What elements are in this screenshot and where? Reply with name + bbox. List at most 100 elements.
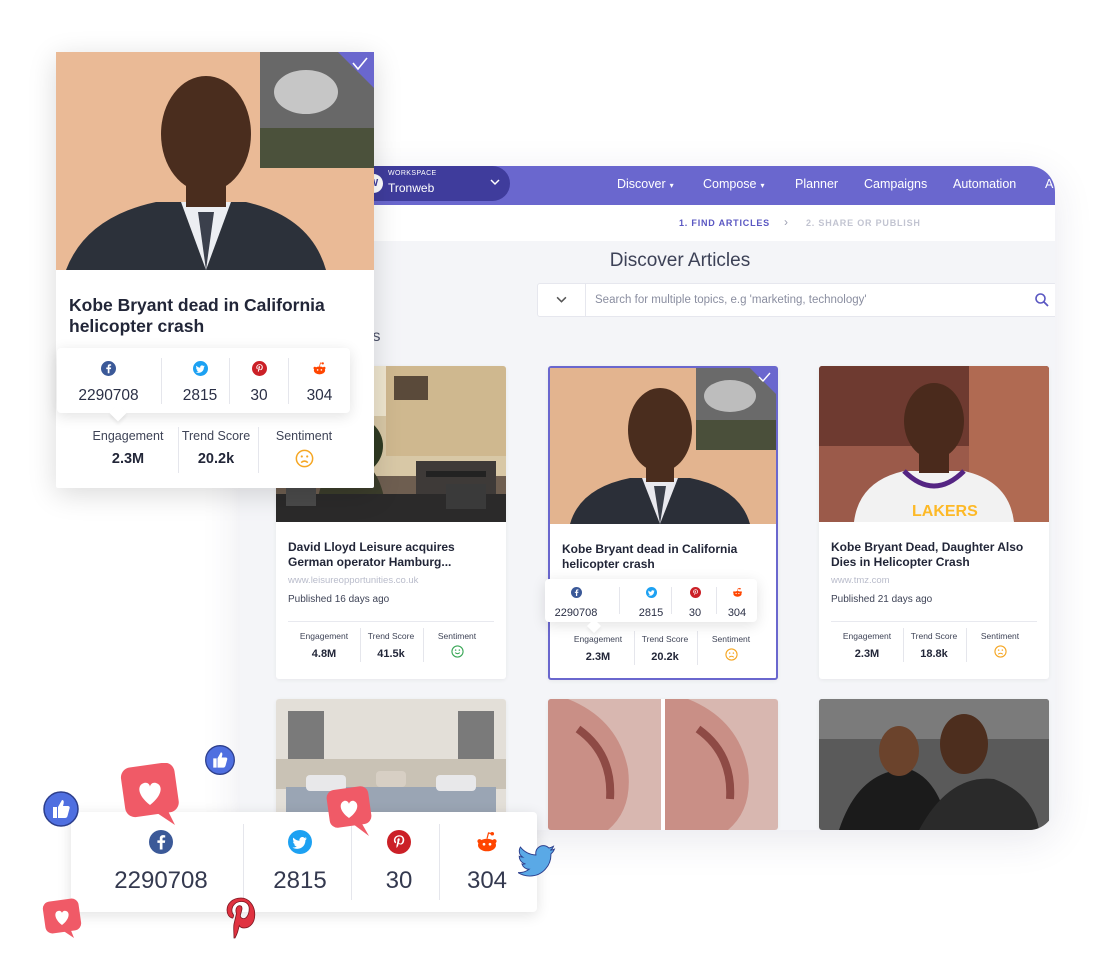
reddit-count: 304 (289, 361, 350, 405)
chevron-right-icon: › (784, 215, 789, 229)
twitter-icon (192, 361, 208, 376)
article-card[interactable]: LAKERS Kobe Bryant Dead, Daughter Also D… (819, 366, 1049, 679)
metric-sentiment: Sentiment (698, 634, 764, 666)
metric-label: Trend Score (641, 634, 689, 644)
article-published: Published 16 days ago (288, 594, 390, 605)
reddit-icon (313, 362, 326, 375)
metric-value: 2.3M (854, 648, 880, 660)
step-share-publish[interactable]: 2. SHARE OR PUBLISH (806, 218, 921, 228)
metric-trend: Trend Score 18.8k (904, 631, 964, 660)
metric-label: Sentiment (980, 631, 1020, 641)
metric-engagement: Engagement 4.8M (288, 631, 360, 660)
nav-automation[interactable]: Automation (953, 177, 1016, 191)
facebook-count-value: 2290708 (114, 867, 208, 894)
metric-label: Sentiment (437, 631, 477, 641)
popup-article-image-kobe (56, 52, 374, 270)
article-image-ear (548, 699, 778, 830)
popup-article-title[interactable]: Kobe Bryant dead in California helicopte… (69, 295, 359, 337)
metric-trend: Trend Score 41.5k (361, 631, 421, 660)
article-title[interactable]: David Lloyd Leisure acquires German oper… (288, 540, 493, 570)
twitter-icon (288, 830, 312, 854)
divider (288, 621, 494, 622)
svg-text:LAKERS: LAKERS (912, 503, 978, 520)
pinterest-icon (689, 587, 701, 598)
heart-bubble-icon (120, 763, 179, 825)
divider (671, 587, 672, 614)
reddit-count-value: 304 (727, 607, 747, 619)
thumbs-up-icon (43, 791, 79, 827)
article-image-bedroom (276, 699, 506, 830)
search-bar (537, 283, 1055, 317)
step-find-articles[interactable]: 1. FIND ARTICLES (679, 218, 770, 228)
pinterest-icon (251, 361, 267, 376)
article-card[interactable] (819, 699, 1049, 830)
popup-social-counts: 2290708 2815 30 304 (57, 348, 350, 413)
article-title[interactable]: Kobe Bryant Dead, Daughter Also Dies in … (831, 540, 1036, 570)
metric-label: Trend Score (181, 429, 251, 443)
article-card[interactable] (276, 699, 506, 830)
search-icon[interactable] (1034, 292, 1050, 308)
nav-campaigns[interactable]: Campaigns (864, 177, 927, 191)
metric-sentiment: Sentiment (967, 631, 1033, 663)
pinterest-count: 30 (673, 585, 717, 619)
social-counts-small: 2290708 2815 30 304 (545, 579, 757, 622)
metric-sentiment: Sentiment (259, 429, 349, 473)
workspace-switcher[interactable]: W WORKSPACE Tronweb (358, 166, 510, 201)
pinterest-count-value: 30 (250, 387, 268, 404)
heart-bubble-icon (326, 786, 372, 836)
reddit-icon (477, 831, 497, 852)
twitter-icon (645, 587, 657, 598)
metric-label: Engagement (92, 429, 164, 443)
chevron-down-icon (556, 296, 567, 303)
chevron-down-icon (490, 179, 500, 186)
nav-compose[interactable]: Compose ▾ (703, 177, 765, 191)
metric-value: 20.2k (651, 651, 679, 663)
metric-label: Engagement (842, 631, 892, 641)
nav-planner[interactable]: Planner (795, 177, 838, 191)
chevron-down-icon: ▾ (760, 181, 765, 190)
metric-label: Sentiment (711, 634, 751, 644)
search-input[interactable] (595, 291, 1015, 309)
twitter-count-value: 2815 (273, 867, 327, 894)
twitter-count: 2815 (162, 361, 238, 405)
metric-value: 2.3M (111, 451, 145, 467)
metric-trend: Trend Score 20.2k (171, 429, 261, 467)
reddit-count-value: 304 (306, 387, 333, 404)
facebook-count: 2290708 (57, 361, 160, 405)
twitter-bird-icon (518, 845, 556, 877)
metric-label: Trend Score (910, 631, 958, 641)
article-title[interactable]: Kobe Bryant dead in California helicopte… (562, 542, 767, 572)
pinterest-count: 30 (352, 830, 446, 895)
reddit-icon (732, 587, 742, 597)
facebook-icon (570, 587, 582, 598)
page-title: Discover Articles (609, 250, 751, 271)
frown-icon (295, 449, 313, 468)
metric-value: 2.3M (585, 651, 611, 663)
nav-discover[interactable]: Discover ▾ (617, 177, 674, 191)
nav-more[interactable]: A (1045, 177, 1053, 191)
metric-value: 20.2k (197, 451, 235, 467)
frown-icon (993, 645, 1007, 658)
metric-engagement: Engagement 2.3M (75, 429, 181, 467)
nav-compose-label: Compose (703, 177, 757, 191)
facebook-icon (149, 830, 173, 854)
smile-icon (450, 645, 464, 658)
metric-engagement: Engagement 2.3M (562, 634, 634, 663)
reddit-count: 304 (717, 585, 757, 619)
metric-trend: Trend Score 20.2k (635, 634, 695, 663)
featured-article-popup[interactable]: Kobe Bryant dead in California helicopte… (56, 52, 374, 488)
facebook-icon (101, 361, 116, 376)
workspace-name: Tronweb (388, 181, 435, 195)
pinterest-count: 30 (230, 361, 288, 405)
twitter-count: 2815 (244, 830, 356, 895)
search-filter-dropdown[interactable] (538, 284, 586, 316)
twitter-count-value: 2815 (182, 387, 218, 404)
facebook-count: 2290708 (545, 585, 607, 619)
workspace-label: WORKSPACE (388, 170, 437, 177)
article-card[interactable] (548, 699, 778, 830)
article-source: www.leisureopportunities.co.uk (288, 575, 419, 586)
facebook-count-value: 2290708 (554, 607, 598, 619)
article-card-selected[interactable]: Kobe Bryant dead in California helicopte… (548, 366, 778, 680)
pinterest-count-value: 30 (688, 607, 702, 619)
facebook-count: 2290708 (71, 830, 251, 895)
